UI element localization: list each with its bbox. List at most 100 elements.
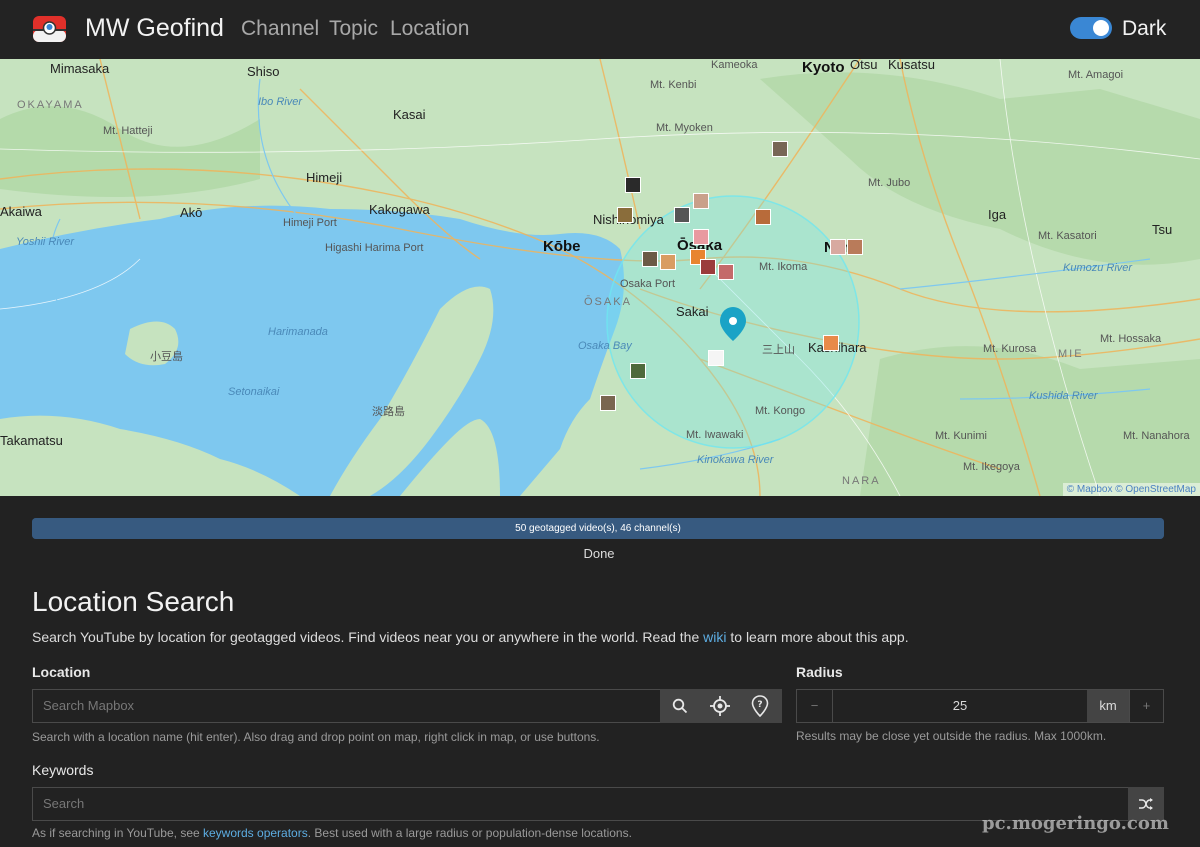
page-title: Location Search bbox=[32, 586, 235, 617]
progress-bar: 50 geotagged video(s), 46 channel(s) bbox=[32, 518, 1164, 539]
location-help-text: Search with a location name (hit enter).… bbox=[32, 730, 600, 744]
keywords-label: Keywords bbox=[32, 762, 94, 778]
progress-text: 50 geotagged video(s), 46 channel(s) bbox=[515, 523, 681, 534]
map-label-kasai: Kasai bbox=[393, 107, 426, 122]
map-label-mt-myoken: Mt. Myoken bbox=[656, 122, 713, 134]
video-thumbnail[interactable] bbox=[660, 254, 676, 270]
map-label-mt-hatteji: Mt. Hatteji bbox=[103, 125, 153, 137]
map-label-mie: MIE bbox=[1058, 348, 1084, 360]
radius-help-text: Results may be close yet outside the rad… bbox=[796, 729, 1107, 743]
dark-mode-toggle[interactable] bbox=[1070, 17, 1112, 39]
map-label-mt-hossaka: Mt. Hossaka bbox=[1100, 333, 1162, 345]
map-label-kusatsu: Kusatsu bbox=[888, 59, 935, 72]
toggle-knob bbox=[1093, 20, 1109, 36]
map-label-yoshii-river: Yoshii River bbox=[16, 236, 75, 248]
intro-text: Search YouTube by location for geotagged… bbox=[32, 629, 909, 645]
keywords-help-after: . Best used with a large radius or popul… bbox=[307, 826, 632, 840]
map-label-okayama: OKAYAMA bbox=[17, 99, 84, 111]
video-thumbnail[interactable] bbox=[772, 141, 788, 157]
video-thumbnail[interactable] bbox=[693, 193, 709, 209]
map-label-tsu: Tsu bbox=[1152, 222, 1173, 237]
map-attribution[interactable]: © Mapbox © OpenStreetMap bbox=[1062, 483, 1200, 496]
keywords-input[interactable]: Search bbox=[32, 787, 1130, 821]
map-label-kushida-river: Kushida River bbox=[1029, 390, 1098, 402]
map-label-shiso: Shiso bbox=[247, 64, 280, 79]
video-thumbnail[interactable] bbox=[617, 207, 633, 223]
map-label-mt-jubo: Mt. Jubo bbox=[868, 177, 911, 189]
map-label-mt-ikoma: Mt. Ikoma bbox=[759, 261, 808, 273]
map-label-ako: Akō bbox=[180, 205, 203, 220]
map-label-kakogawa: Kakogawa bbox=[369, 202, 430, 217]
search-icon bbox=[672, 698, 688, 714]
video-thumbnail[interactable] bbox=[674, 207, 690, 223]
map-label-osaka-port: Osaka Port bbox=[620, 278, 676, 290]
map-label-setonaikai: Setonaikai bbox=[228, 386, 280, 398]
map-label-mt-ikegoya: Mt. Ikegoya bbox=[963, 461, 1020, 473]
brand-name[interactable]: MW Geofind bbox=[85, 14, 224, 43]
map-label-otsu: Ōtsu bbox=[850, 59, 878, 72]
map-label-awajishima: 淡路島 bbox=[372, 406, 405, 418]
location-label: Location bbox=[32, 664, 91, 680]
video-thumbnail[interactable] bbox=[718, 264, 734, 280]
map-label-kameoka: Kameoka bbox=[711, 59, 758, 71]
current-location-button[interactable] bbox=[700, 689, 740, 723]
map-label-himeji: Himeji bbox=[306, 170, 343, 185]
intro-text-after: to learn more about this app. bbox=[726, 629, 909, 645]
location-button-group: ? bbox=[660, 689, 782, 723]
map[interactable]: Mimasaka Shiso OKAYAMA Ibo River Kasai M… bbox=[0, 59, 1200, 496]
map-base bbox=[0, 59, 1200, 496]
video-thumbnail[interactable] bbox=[625, 177, 641, 193]
map-label-mt-nanahora: Mt. Nanahora bbox=[1123, 430, 1190, 442]
radius-decrease-button[interactable]: − bbox=[797, 690, 833, 722]
map-label-kinokawa-river: Kinokawa River bbox=[697, 454, 774, 466]
keywords-help-before: As if searching in YouTube, see bbox=[32, 826, 203, 840]
map-label-osaka-bay: Osaka Bay bbox=[578, 340, 632, 352]
video-thumbnail[interactable] bbox=[847, 239, 863, 255]
video-thumbnail[interactable] bbox=[693, 229, 709, 245]
map-label-takamatsu: Takamatsu bbox=[0, 433, 63, 448]
map-label-kumozu-river: Kumozu River bbox=[1063, 262, 1133, 274]
keywords-help-text: As if searching in YouTube, see keywords… bbox=[32, 826, 632, 840]
intro-text-before: Search YouTube by location for geotagged… bbox=[32, 629, 704, 645]
location-search-input[interactable]: Search Mapbox bbox=[32, 689, 662, 723]
map-label-nihonbashi: 三上山 bbox=[762, 344, 795, 356]
nav-link-channel[interactable]: Channel bbox=[241, 17, 319, 41]
video-thumbnail[interactable] bbox=[600, 395, 616, 411]
brand-logo-icon[interactable] bbox=[33, 16, 66, 42]
video-thumbnail[interactable] bbox=[700, 259, 716, 275]
map-label-mt-iwawaki: Mt. Iwawaki bbox=[686, 429, 744, 441]
map-label-iga: Iga bbox=[988, 207, 1007, 222]
nav-link-topic[interactable]: Topic bbox=[329, 17, 378, 41]
help-pin-icon: ? bbox=[751, 695, 769, 717]
video-thumbnail[interactable] bbox=[642, 251, 658, 267]
video-thumbnail[interactable] bbox=[830, 239, 846, 255]
search-button[interactable] bbox=[660, 689, 700, 723]
dark-mode-label: Dark bbox=[1122, 17, 1167, 40]
keywords-operators-link[interactable]: keywords operators bbox=[203, 826, 308, 840]
radius-unit: km bbox=[1087, 690, 1129, 722]
nav-link-location[interactable]: Location bbox=[390, 17, 469, 41]
video-thumbnail[interactable] bbox=[708, 350, 724, 366]
map-label-sakai: Sakai bbox=[676, 304, 709, 319]
map-label-mimasaka: Mimasaka bbox=[50, 61, 110, 76]
map-label-mt-amagoi: Mt. Amagoi bbox=[1068, 69, 1124, 81]
radius-input[interactable]: 25 bbox=[833, 690, 1087, 722]
wiki-link[interactable]: wiki bbox=[703, 629, 726, 645]
svg-text:?: ? bbox=[757, 700, 762, 710]
map-label-akaiwa: Akaiwa bbox=[0, 204, 42, 219]
map-label-kyoto: Kyoto bbox=[802, 59, 845, 76]
radius-control: − 25 km + bbox=[796, 689, 1164, 723]
radius-increase-button[interactable]: + bbox=[1129, 690, 1163, 722]
map-label-mt-kurosa: Mt. Kurosa bbox=[983, 343, 1037, 355]
video-thumbnail[interactable] bbox=[755, 209, 771, 225]
radius-label: Radius bbox=[796, 664, 843, 680]
map-label-nara-region: NARA bbox=[842, 475, 881, 487]
location-help-button[interactable]: ? bbox=[740, 689, 780, 723]
map-label-shodoshima: 小豆島 bbox=[150, 351, 183, 363]
map-label-higashi-harima-port: Higashi Harima Port bbox=[325, 242, 424, 254]
video-thumbnail[interactable] bbox=[823, 335, 839, 351]
video-thumbnail[interactable] bbox=[630, 363, 646, 379]
shuffle-icon bbox=[1139, 798, 1153, 810]
navbar: MW Geofind Channel Topic Location Dark bbox=[0, 0, 1200, 59]
map-label-osaka-region: ŌSAKA bbox=[584, 296, 632, 308]
